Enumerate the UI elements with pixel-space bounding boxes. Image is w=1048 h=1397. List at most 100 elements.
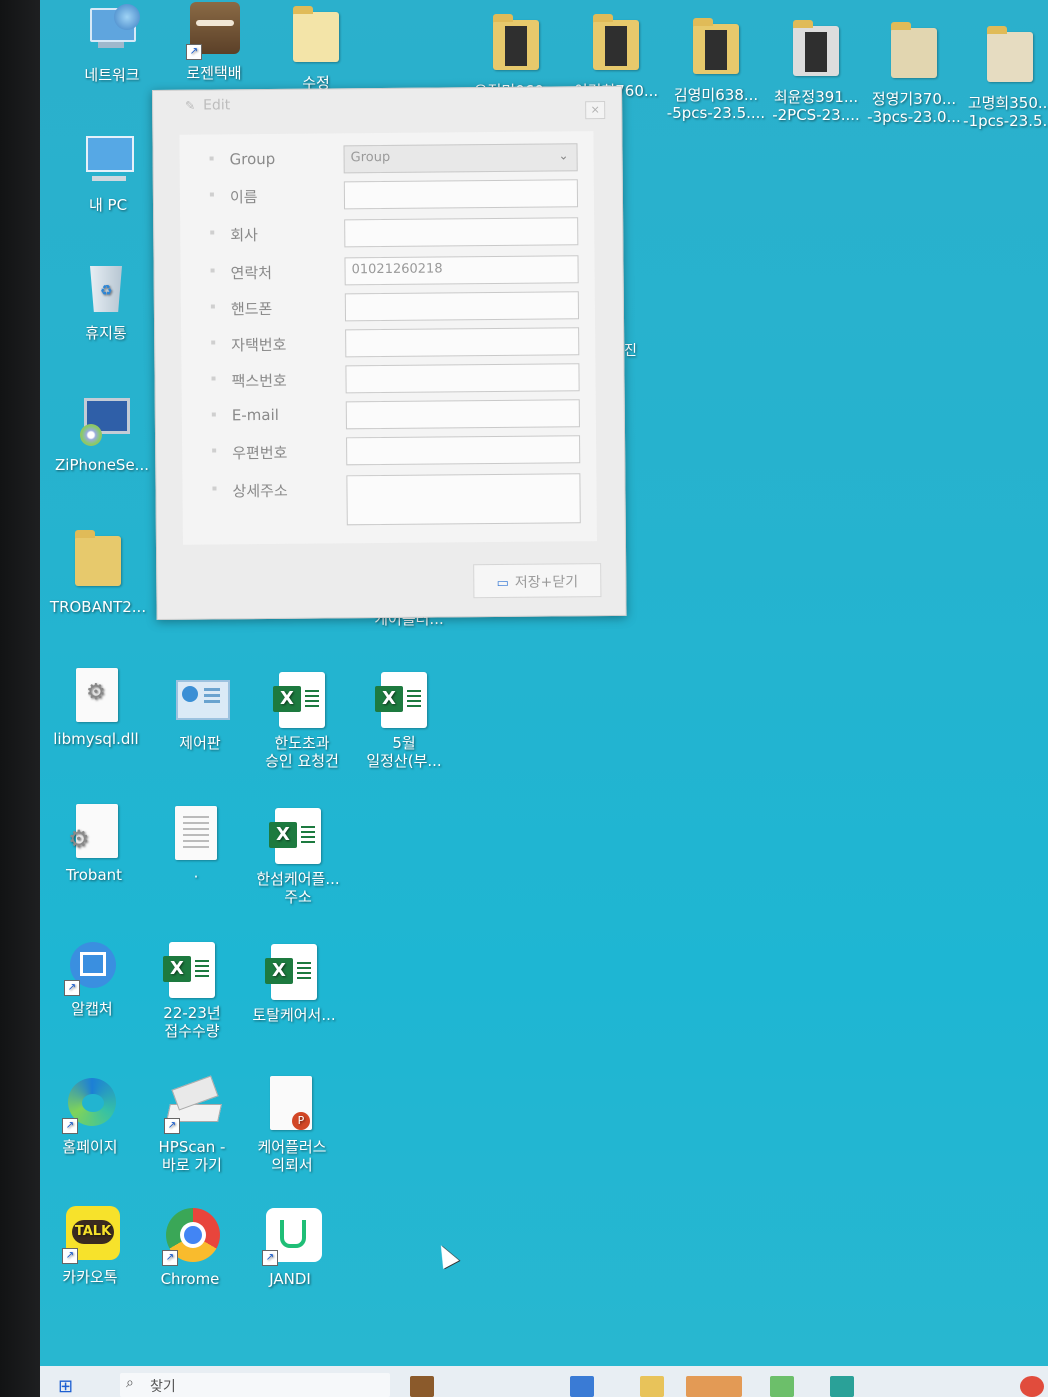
- desktop-icon-homepage[interactable]: ↗ 홈페이지: [40, 1076, 140, 1156]
- desktop-icon-jandi[interactable]: ↗ JANDI: [240, 1208, 340, 1288]
- mouse-cursor-icon: [432, 1241, 460, 1269]
- email-input[interactable]: [345, 399, 580, 430]
- desktop-icon-label: 5월 일정산(부...: [366, 734, 442, 770]
- desktop-icon-label: 고명희350... -1pcs-23.5...: [963, 94, 1048, 130]
- desktop-icon-label: HPScan - 바로 가기: [158, 1138, 226, 1174]
- group-select-value: Group: [350, 149, 391, 166]
- desktop-icon-alcapture[interactable]: ↗ 알캡처: [42, 938, 142, 1018]
- search-placeholder: 찾기: [150, 1379, 176, 1395]
- windows-start-icon[interactable]: ⊞: [58, 1376, 73, 1397]
- desktop-icon-control-panel[interactable]: 제어판: [150, 672, 250, 752]
- form-row-contact: 연락처 01021260218: [181, 255, 595, 286]
- taskbar-folder-icon[interactable]: [640, 1376, 664, 1397]
- desktop-icon-label: 토탈케어서...: [252, 1006, 336, 1024]
- desktop-icon-libmysql[interactable]: ⚙ libmysql.dll: [46, 668, 146, 748]
- settings-file-icon: ⚙: [68, 668, 124, 724]
- folder-icon: [588, 14, 644, 76]
- taskbar-app-icon[interactable]: [830, 1376, 854, 1397]
- save-close-label: 저장+닫기: [514, 574, 579, 591]
- bullet-icon: [210, 304, 215, 309]
- desktop-icon-label: 카카오톡: [62, 1268, 118, 1286]
- pencil-icon: ✎: [185, 98, 196, 113]
- excel-icon: X: [265, 944, 322, 1000]
- desktop-icon-excel-totalcare[interactable]: X 토탈케어서...: [244, 944, 344, 1024]
- excel-icon: X: [375, 672, 432, 728]
- desktop-icon-folder-gomyeonghee[interactable]: 고명희350... -1pcs-23.5...: [960, 26, 1048, 130]
- shortcut-arrow-icon: ↗: [62, 1118, 78, 1134]
- dialog-titlebar[interactable]: ✎ Edit ×: [153, 87, 621, 123]
- powerpoint-icon: P: [264, 1076, 320, 1132]
- desktop-icon-kakaotalk[interactable]: TALK ↗ 카카오톡: [40, 1206, 140, 1286]
- desktop-icon-my-pc[interactable]: 내 PC: [58, 134, 158, 214]
- kakaotalk-icon: TALK ↗: [62, 1206, 120, 1264]
- desktop-icon-folder-kimyoungmi[interactable]: 김영미638... -5pcs-23.5....: [666, 18, 766, 122]
- desktop-icon-folder-jeongyoungki[interactable]: 정영기370... -3pcs-23.0...: [864, 22, 964, 126]
- taskbar-app-icon[interactable]: [770, 1376, 794, 1397]
- taskbar: ⊞ ⌕ 찾기: [40, 1366, 1048, 1397]
- desktop-icon-label: 최윤정391... -2PCS-23....: [772, 88, 860, 124]
- field-label: 팩스번호: [231, 371, 287, 391]
- alcapture-icon: ↗: [64, 938, 120, 996]
- form-row-company: 회사: [180, 217, 594, 248]
- desktop-icon-label: JANDI: [269, 1270, 311, 1288]
- bullet-icon: [212, 486, 217, 491]
- field-label: E-mail: [231, 405, 279, 425]
- dialog-title: Edit: [203, 97, 231, 114]
- computer-icon: [80, 134, 136, 190]
- desktop-icon-sujeong[interactable]: 수정: [266, 6, 366, 92]
- field-label: 핸드폰: [230, 299, 273, 319]
- shortcut-arrow-icon: ↗: [164, 1118, 180, 1134]
- taskbar-search[interactable]: ⌕ 찾기: [120, 1373, 390, 1397]
- contact-input[interactable]: 01021260218: [344, 255, 579, 286]
- form-row-home-phone: 자택번호: [181, 327, 595, 358]
- field-label: 우편번호: [232, 443, 288, 463]
- desktop-icon-label: 내 PC: [88, 196, 128, 214]
- desktop-icon-label: Trobant: [65, 866, 123, 884]
- desktop-icon-label: 제어판: [179, 734, 221, 752]
- desktop-icon-text-file[interactable]: ·: [146, 806, 246, 886]
- address-textarea[interactable]: [346, 473, 581, 526]
- desktop-icon-recycle-bin[interactable]: ♻ 휴지통: [56, 262, 156, 342]
- desktop-icon-label: 로젠택배: [186, 64, 242, 82]
- taskbar-app-icon[interactable]: [1020, 1376, 1044, 1397]
- bullet-icon: [212, 448, 217, 453]
- desktop-icon-logen[interactable]: ↗ 로젠택배: [164, 2, 264, 82]
- jandi-icon: ↗: [262, 1208, 322, 1266]
- desktop-icon-network[interactable]: 네트워크: [62, 4, 162, 84]
- desktop-icon-trobant-folder[interactable]: TROBANT2...: [48, 530, 148, 616]
- desktop-icon-trobant[interactable]: ⚙ Trobant: [44, 804, 144, 884]
- desktop-icon-label: TROBANT2...: [49, 598, 147, 616]
- desktop-icon-label: ·: [193, 868, 199, 886]
- mobile-input[interactable]: [344, 291, 580, 322]
- desktop-icon-ziphone[interactable]: ZiPhoneSe...: [52, 394, 152, 474]
- save-close-button[interactable]: ▭ 저장+닫기: [473, 563, 602, 599]
- save-icon: ▭: [496, 575, 509, 592]
- desktop-icon-excel-limit-request[interactable]: X 한도초과 승인 요청건: [252, 672, 352, 770]
- desktop-icon-hpscan[interactable]: ↗ HPScan - 바로 가기: [142, 1075, 242, 1174]
- company-input[interactable]: [344, 217, 579, 248]
- desktop-icon-chrome[interactable]: ↗ Chrome: [140, 1208, 240, 1288]
- taskbar-app-icon[interactable]: [570, 1376, 594, 1397]
- name-input[interactable]: [343, 179, 579, 210]
- shortcut-arrow-icon: ↗: [64, 980, 80, 996]
- bullet-icon: [210, 268, 215, 273]
- form-panel: Group Group ⌄ 이름 회사 연락처 01021260218 핸드폰: [179, 131, 597, 545]
- fax-input[interactable]: [345, 363, 580, 394]
- taskbar-app-icon[interactable]: [410, 1376, 434, 1397]
- form-row-postal-code: 우편번호: [182, 435, 596, 466]
- desktop-icon-excel-may-settlement[interactable]: X 5월 일정산(부...: [354, 672, 454, 770]
- desktop-icon-excel-hansom-address[interactable]: X 한섬케어플... 주소: [248, 808, 348, 906]
- desktop-icon-folder-choiyunjeong[interactable]: 최윤정391... -2PCS-23....: [766, 20, 866, 124]
- recycle-bin-icon: ♻: [78, 262, 134, 318]
- taskbar-active-app-icon[interactable]: [686, 1376, 742, 1397]
- excel-icon: X: [269, 808, 326, 864]
- desktop-icon-careplus-request[interactable]: P 케어플러스 의뢰서: [242, 1076, 342, 1174]
- desktop-icon-label: 네트워크: [84, 66, 140, 84]
- close-button[interactable]: ×: [585, 101, 606, 120]
- desktop-icon-excel-receipt-count[interactable]: X 22-23년 접수수량: [142, 942, 242, 1040]
- home-phone-input[interactable]: [345, 327, 580, 358]
- desktop-icon-label: 홈페이지: [62, 1138, 118, 1156]
- field-label: 연락처: [230, 263, 273, 283]
- group-select[interactable]: Group ⌄: [343, 143, 578, 174]
- postal-code-input[interactable]: [346, 435, 581, 466]
